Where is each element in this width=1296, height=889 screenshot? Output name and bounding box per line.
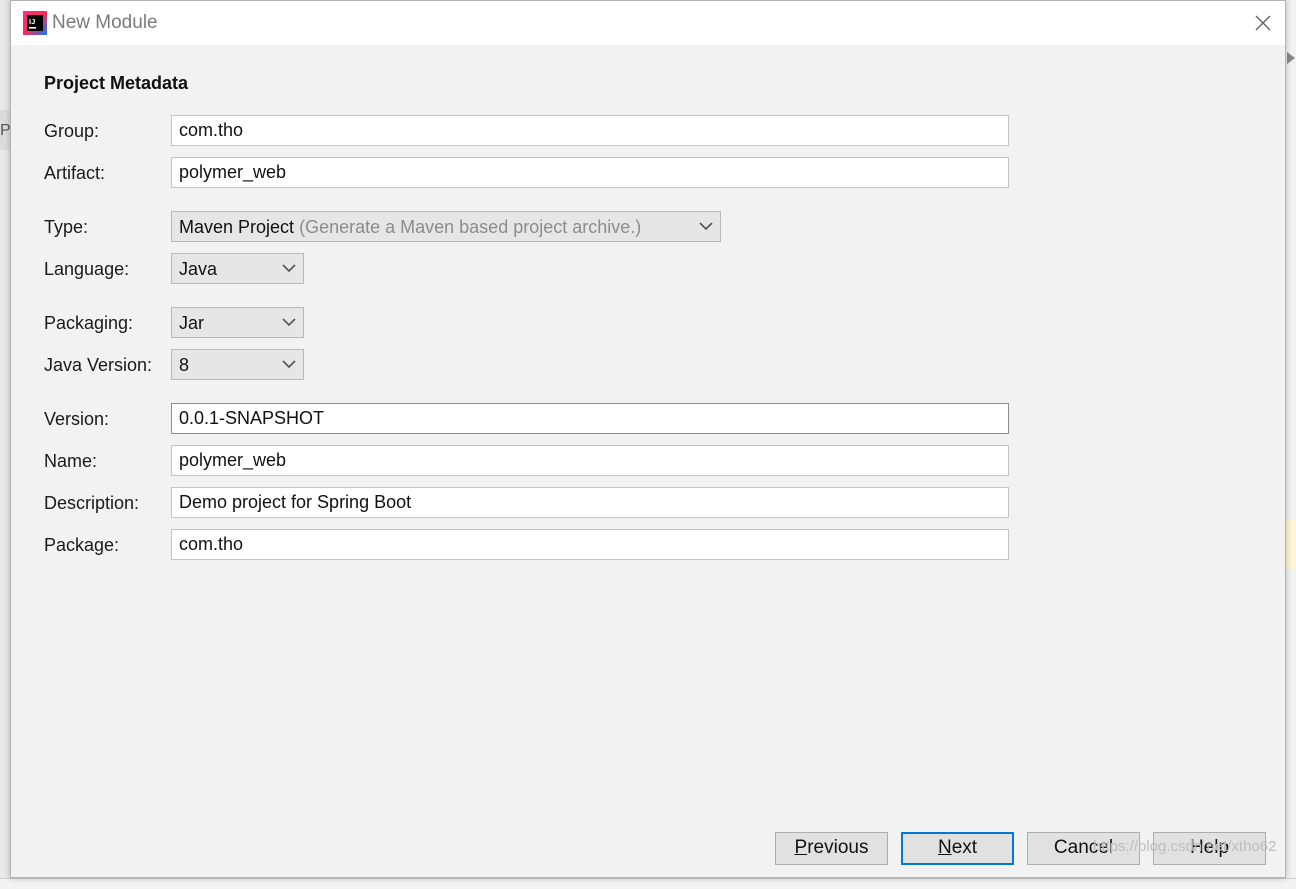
window-title: New Module [52, 12, 158, 33]
previous-mnemonic: P [794, 837, 808, 858]
ide-background-bottom [0, 878, 1296, 889]
svg-text:IJ: IJ [29, 17, 35, 26]
java-version-label: Java Version: [44, 355, 153, 375]
section-title: Project Metadata [44, 73, 189, 93]
close-icon[interactable] [1253, 13, 1273, 33]
version-label: Version: [44, 409, 110, 429]
previous-button[interactable]: Previous [775, 832, 888, 865]
title-bar[interactable]: IJ New Module [11, 1, 1285, 45]
next-button[interactable]: Next [901, 832, 1014, 865]
package-label: Package: [44, 535, 120, 555]
packaging-label: Packaging: [44, 313, 134, 333]
previous-label: revious [807, 837, 869, 858]
language-label: Language: [44, 259, 130, 279]
ide-background-right [1286, 0, 1296, 888]
name-label: Name: [44, 451, 98, 471]
next-label: ext [951, 837, 978, 858]
group-label: Group: [44, 121, 100, 141]
java-version-dropdown[interactable]: 8 [171, 349, 304, 380]
group-field[interactable] [171, 115, 1009, 146]
chevron-down-icon [699, 222, 713, 231]
java-version-value: 8 [179, 355, 190, 375]
chevron-down-icon [282, 318, 296, 327]
intellij-idea-icon: IJ [23, 11, 47, 35]
ide-highlight-strip [1286, 520, 1296, 570]
artifact-field[interactable] [171, 157, 1009, 188]
type-dropdown[interactable]: Maven Project (Generate a Maven based pr… [171, 211, 721, 242]
chevron-down-icon [282, 264, 296, 273]
artifact-label: Artifact: [44, 163, 106, 183]
name-field[interactable] [171, 445, 1009, 476]
packaging-dropdown[interactable]: Jar [171, 307, 304, 338]
version-field[interactable] [171, 403, 1009, 434]
new-module-dialog: IJ New Module Project Metadata Group: Ar… [10, 0, 1286, 878]
language-value: Java [179, 259, 218, 279]
type-value: Maven Project [179, 217, 295, 237]
watermark: https://blog.csdn.net/xtho62 [1093, 838, 1277, 855]
description-field[interactable] [171, 487, 1009, 518]
description-label: Description: [44, 493, 140, 513]
language-dropdown[interactable]: Java [171, 253, 304, 284]
type-hint: (Generate a Maven based project archive.… [299, 217, 642, 237]
packaging-value: Jar [179, 313, 205, 333]
ide-arrow-icon [1287, 52, 1295, 64]
next-mnemonic: N [937, 837, 952, 858]
package-field[interactable] [171, 529, 1009, 560]
chevron-down-icon [282, 360, 296, 369]
type-label: Type: [44, 217, 89, 237]
